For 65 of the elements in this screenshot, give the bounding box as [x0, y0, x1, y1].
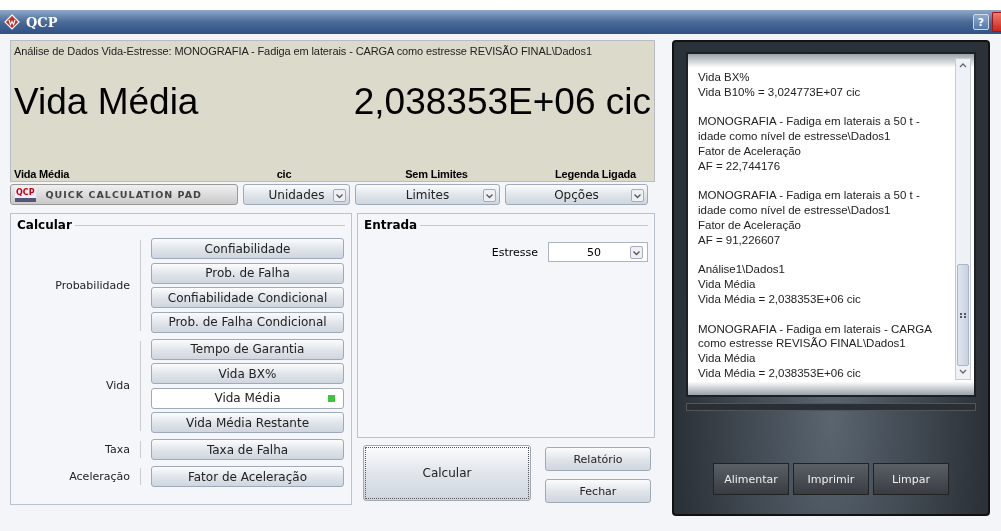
status-label: cic — [275, 168, 293, 180]
stress-dropdown[interactable]: 50 — [548, 242, 648, 262]
log-line: MONOGRAFIA - Fadiga em laterais a 50 t - — [698, 114, 921, 130]
log-line: AF = 91,226607 — [698, 232, 782, 248]
log-line: Vida Média — [698, 277, 757, 292]
calculation-button[interactable]: Vida BX% — [151, 363, 344, 384]
calculation-button[interactable]: Taxa de Falha — [151, 439, 344, 460]
calculation-button[interactable]: Vida Média — [151, 387, 344, 409]
status-label: Legenda Ligada — [554, 168, 638, 180]
calculation-button[interactable]: Tempo de Garantia — [151, 338, 344, 360]
selected-indicator-icon — [328, 394, 335, 402]
calculation-button[interactable]: Confiabilidade — [151, 238, 344, 259]
grip-icon — [960, 312, 966, 318]
printout-button[interactable]: Limpar — [873, 463, 949, 495]
calculation-button[interactable]: Vida Média Restante — [151, 412, 344, 433]
log-line: Fator de Aceleração — [698, 217, 802, 233]
status-label: Sem Limites — [404, 168, 469, 180]
log-line: como estresse REVISÃO FINAL\Dados1 — [698, 336, 907, 352]
log-line: Análise1\Dados1 — [698, 262, 786, 278]
log-line: Vida Média = 2,038353E+06 cic — [698, 365, 862, 381]
caret-icon — [483, 189, 496, 202]
log-line: Vida Média = 2,038353E+06 cic — [698, 291, 862, 307]
log-line: Fator de Aceleração — [698, 144, 802, 159]
logo-icon: QCP — [15, 187, 36, 202]
caret-icon — [630, 246, 643, 259]
dropdown-button[interactable]: Limites — [355, 184, 500, 205]
dropdown-button[interactable]: Opções — [505, 184, 648, 205]
group-label: Vida — [17, 340, 141, 431]
app-logo-icon — [4, 14, 20, 30]
result-label: Vida Média — [14, 81, 199, 123]
scrollbar-thumb[interactable] — [957, 264, 969, 366]
printout-button[interactable]: Alimentar — [713, 463, 789, 495]
calculate-button[interactable]: Calcular — [363, 445, 531, 501]
printout-button[interactable]: Imprimir — [793, 463, 869, 495]
log-line: MONOGRAFIA - Fadiga em laterais a 50 t - — [698, 188, 921, 204]
log-line: MONOGRAFIA - Fadiga em laterais - CARGA — [698, 321, 933, 337]
log-line: Vida B10% = 3,024773E+07 cic — [698, 84, 862, 100]
group-label: Probabilidade — [17, 240, 141, 331]
calculation-button[interactable]: Fator de Aceleração — [151, 466, 344, 487]
calculation-button[interactable]: Confiabilidade Condicional — [151, 287, 344, 308]
field-label: Estresse — [491, 245, 538, 259]
file-path: Análise de Dados Vida-Estresse: MONOGRAFIA - Fadiga em laterais - CARGA como estresse REVISÃO FINAL\Dados1 — [14, 45, 593, 57]
section-title: Entrada — [364, 218, 418, 232]
section-title: Calcular — [17, 218, 72, 232]
close-button[interactable] — [992, 12, 1001, 32]
scrollbar[interactable] — [955, 58, 971, 380]
calculation-button[interactable]: Prob. de Falha Condicional — [151, 311, 344, 333]
log-line: idade como nível de estresse\Dados1 — [698, 203, 892, 218]
group-label: Aceleração — [17, 468, 141, 485]
pad-label: QUICK CALCULATION PAD — [45, 189, 202, 200]
caret-icon — [333, 189, 346, 202]
log-line: AF = 22,744176 — [698, 158, 782, 174]
status-label: Vida Média — [14, 168, 71, 180]
quick-calculation-pad-button[interactable]: QCP QUICK CALCULATION PAD — [10, 184, 238, 205]
caret-icon — [631, 189, 644, 202]
group-label: Taxa — [17, 441, 141, 458]
log-line: idade como nível de estresse\Dados1 — [698, 129, 892, 144]
calculation-button[interactable]: Prob. de Falha — [151, 262, 344, 284]
log-line: Vida Média — [698, 351, 757, 366]
action-button[interactable]: Fechar — [545, 479, 651, 503]
dropdown-button[interactable]: Unidades — [243, 184, 350, 205]
action-button[interactable]: Relatório — [545, 447, 651, 471]
result-value: 2,038353E+06 cic — [353, 81, 651, 123]
window-title: QCP — [26, 14, 58, 30]
log-line: Vida BX% — [698, 70, 751, 85]
